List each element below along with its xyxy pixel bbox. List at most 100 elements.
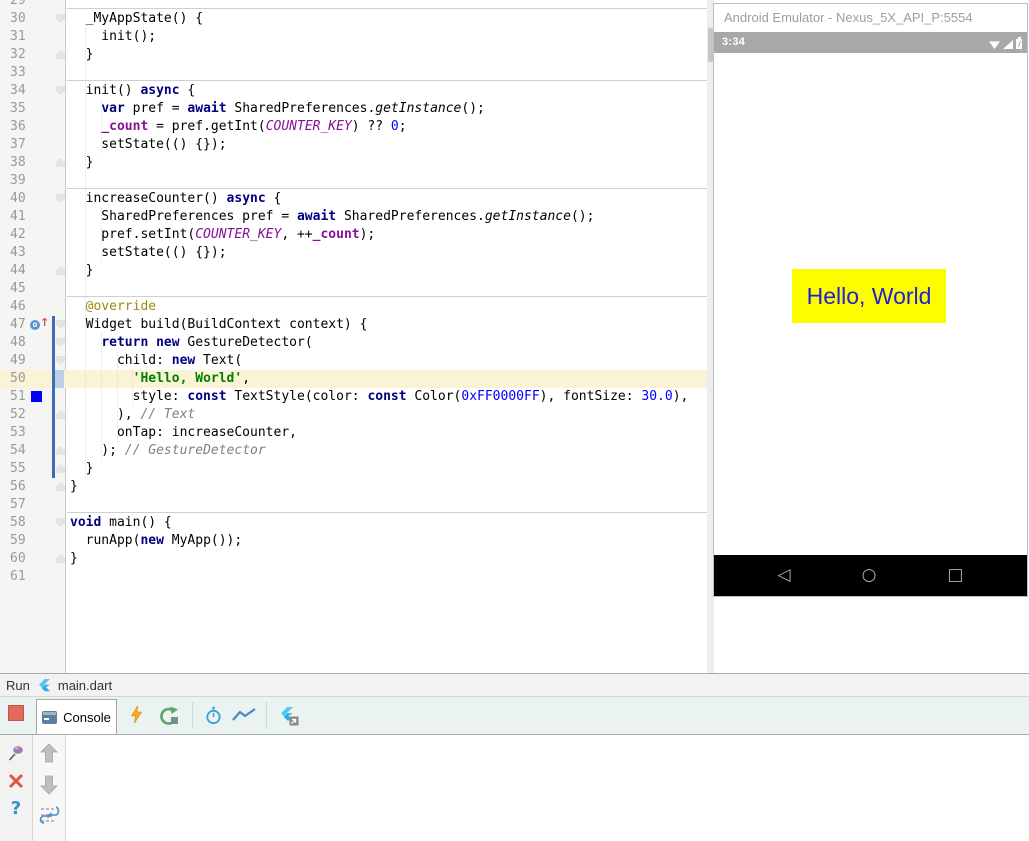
- code-line[interactable]: 53 onTap: increaseCounter,: [0, 424, 714, 442]
- fold-collapse-icon[interactable]: [56, 320, 65, 329]
- code-line[interactable]: 52 ), // Text: [0, 406, 714, 424]
- overrides-method-icon[interactable]: o ↑: [30, 316, 49, 331]
- code-line[interactable]: 31 init();: [0, 28, 714, 46]
- help-icon[interactable]: ?: [11, 799, 21, 819]
- emulator-title[interactable]: Android Emulator - Nexus_5X_API_P:5554: [714, 4, 1027, 32]
- code-text: Widget build(BuildContext context) {: [70, 317, 368, 332]
- code-line[interactable]: 32 }: [0, 46, 714, 64]
- code-line[interactable]: 60}: [0, 550, 714, 568]
- code-line[interactable]: 51 style: const TextStyle(color: const C…: [0, 388, 714, 406]
- code-line[interactable]: 30 _MyAppState() {: [0, 8, 714, 28]
- signal-icon: [1003, 40, 1013, 49]
- code-line[interactable]: 46 @override: [0, 296, 714, 316]
- fold-end-icon[interactable]: [56, 410, 65, 419]
- nav-recents-icon[interactable]: □: [947, 567, 963, 584]
- method-separator: [67, 8, 710, 9]
- performance-button[interactable]: [232, 706, 257, 723]
- code-line[interactable]: 54 ); // GestureDetector: [0, 442, 714, 460]
- code-line[interactable]: 43 setState(() {});: [0, 244, 714, 262]
- code-line[interactable]: 50 'Hello, World',: [0, 370, 714, 388]
- code-line[interactable]: 59 runApp(new MyApp());: [0, 532, 714, 550]
- fold-end-icon[interactable]: [56, 266, 65, 275]
- code-text: pref.setInt(COUNTER_KEY, ++_count);: [70, 227, 376, 242]
- fold-end-icon[interactable]: [56, 482, 65, 491]
- method-separator: [67, 512, 710, 513]
- toolbar-separator: [266, 702, 267, 729]
- line-number: 31: [10, 29, 26, 44]
- line-number: 32: [10, 47, 26, 62]
- line-number: 57: [10, 497, 26, 512]
- android-emulator-window: Android Emulator - Nexus_5X_API_P:5554 3…: [713, 3, 1028, 597]
- code-line[interactable]: 49 child: new Text(: [0, 352, 714, 370]
- console-tab-label: Console: [63, 709, 111, 725]
- run-toolbar: Console: [0, 697, 1029, 735]
- fold-collapse-icon[interactable]: [56, 356, 65, 365]
- code-text: 'Hello, World',: [132, 371, 251, 386]
- emulator-screen[interactable]: Hello, World: [714, 53, 1027, 555]
- code-line[interactable]: 47 o ↑ Widget build(BuildContext context) …: [0, 316, 714, 334]
- line-number: 59: [10, 533, 26, 548]
- code-line[interactable]: 58 void main() {: [0, 512, 714, 532]
- run-panel-title: Run: [6, 677, 30, 693]
- code-text: SharedPreferences pref = await SharedPre…: [70, 209, 595, 224]
- pin-tab-icon[interactable]: [6, 743, 26, 763]
- timeline-button[interactable]: [204, 706, 223, 725]
- line-number: 41: [10, 209, 26, 224]
- fold-end-icon[interactable]: [56, 158, 65, 167]
- soft-wrap-icon[interactable]: [38, 804, 60, 826]
- code-editor[interactable]: 29 30 _MyAppState() {31 init(); 32 } 33 34 i…: [0, 0, 714, 673]
- run-config-name[interactable]: main.dart: [58, 678, 112, 693]
- code-line[interactable]: 38 }: [0, 154, 714, 172]
- hot-restart-button[interactable]: [157, 706, 181, 725]
- stop-button[interactable]: [8, 705, 24, 721]
- hot-reload-button[interactable]: [129, 706, 144, 724]
- code-line[interactable]: 42 pref.setInt(COUNTER_KEY, ++_count);: [0, 226, 714, 244]
- tab-console[interactable]: Console: [36, 699, 117, 734]
- console-output[interactable]: ?: [0, 735, 1029, 841]
- line-number: 36: [10, 119, 26, 134]
- fold-collapse-icon[interactable]: [56, 338, 65, 347]
- hello-world-widget[interactable]: Hello, World: [792, 269, 946, 323]
- code-line[interactable]: 35 var pref = await SharedPreferences.ge…: [0, 100, 714, 118]
- fold-collapse-icon[interactable]: [56, 194, 65, 203]
- fold-end-icon[interactable]: [56, 446, 65, 455]
- scroll-up-icon[interactable]: [39, 742, 59, 765]
- code-line[interactable]: 37 setState(() {});: [0, 136, 714, 154]
- nav-home-icon[interactable]: ○: [862, 567, 877, 584]
- code-text: _MyAppState() {: [70, 11, 204, 26]
- code-line[interactable]: 36 _count = pref.getInt(COUNTER_KEY) ?? …: [0, 118, 714, 136]
- fold-collapse-icon[interactable]: [56, 518, 65, 527]
- line-number: 45: [10, 281, 26, 296]
- code-text: runApp(new MyApp());: [70, 533, 243, 548]
- code-line[interactable]: 44 }: [0, 262, 714, 280]
- fold-collapse-icon[interactable]: [56, 86, 65, 95]
- code-text: return new GestureDetector(: [101, 335, 313, 350]
- code-line[interactable]: 48 return new GestureDetector(: [0, 334, 714, 352]
- code-line[interactable]: 41 SharedPreferences pref = await Shared…: [0, 208, 714, 226]
- indent-guide: [117, 352, 118, 442]
- code-line[interactable]: 56}: [0, 478, 714, 496]
- code-line[interactable]: 61: [0, 568, 714, 586]
- open-devtools-button[interactable]: [278, 706, 300, 726]
- method-separator: [67, 296, 710, 297]
- line-number: 46: [10, 299, 26, 314]
- battery-icon: [1016, 37, 1022, 49]
- close-icon[interactable]: [7, 772, 25, 790]
- line-number: 53: [10, 425, 26, 440]
- scroll-down-icon[interactable]: [39, 773, 59, 796]
- code-line[interactable]: 40 increaseCounter() async {: [0, 188, 714, 208]
- nav-back-icon[interactable]: ◁: [778, 567, 791, 584]
- code-text: setState(() {});: [70, 245, 227, 260]
- line-number: 34: [10, 83, 26, 98]
- code-text: onTap: increaseCounter,: [70, 425, 297, 440]
- fold-end-icon[interactable]: [56, 554, 65, 563]
- color-preview-swatch[interactable]: [31, 391, 42, 402]
- line-number: 48: [10, 335, 26, 350]
- fold-end-icon[interactable]: [56, 464, 65, 473]
- fold-end-icon[interactable]: [56, 50, 65, 59]
- line-number: 54: [10, 443, 26, 458]
- fold-collapse-icon[interactable]: [56, 14, 65, 23]
- code-text: init() async {: [70, 83, 196, 98]
- code-line[interactable]: 34 init() async {: [0, 80, 714, 100]
- code-line[interactable]: 55 }: [0, 460, 714, 478]
